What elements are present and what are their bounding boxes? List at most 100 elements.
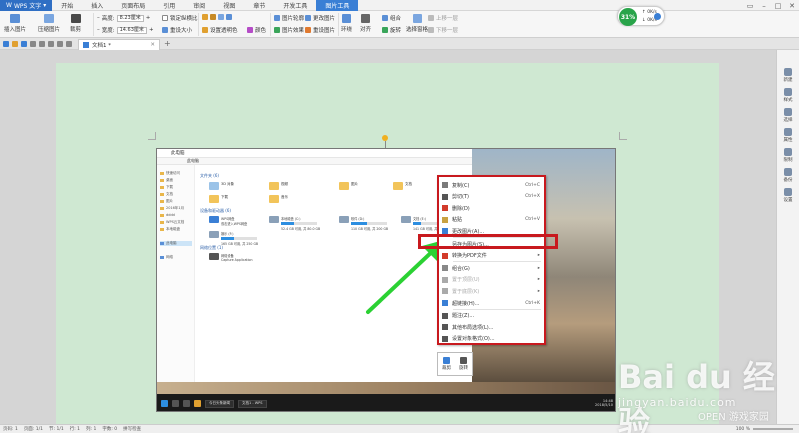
add-tab-button[interactable]: + <box>164 39 171 48</box>
undo-icon[interactable] <box>48 41 54 47</box>
context-menu-item[interactable]: 剪切(T) Ctrl+X <box>439 192 544 202</box>
drive-usage-bar <box>281 222 317 225</box>
brightness-up-icon[interactable] <box>202 14 208 20</box>
menu-item-icon <box>442 300 448 306</box>
contrast-up-icon[interactable] <box>218 14 224 20</box>
redo-icon[interactable] <box>57 41 63 47</box>
drive-icon <box>401 216 411 223</box>
folder-icon <box>160 186 164 189</box>
status-spell-check[interactable]: 拼写检查 <box>120 426 144 432</box>
insert-picture-button[interactable]: 插入图片 <box>4 14 26 33</box>
restore-icon[interactable]: ▭ <box>743 0 757 11</box>
document-tab-title: 文档1 * <box>92 43 111 49</box>
status-words[interactable]: 字数: 0 <box>99 426 120 432</box>
menu-view[interactable]: 视图 <box>214 0 244 11</box>
sidebar-item-backup[interactable]: 备份 <box>777 168 799 183</box>
color-button[interactable]: 颜色 <box>247 26 266 34</box>
sidebar-item-new[interactable]: 新建 <box>777 68 799 83</box>
menu-item-label: 剪切(T) <box>452 194 469 201</box>
mini-crop-button[interactable]: 裁剪 <box>442 357 451 371</box>
context-menu-item[interactable]: 转换为PDF文件 ▸ <box>439 251 544 261</box>
bring-forward-button[interactable]: 上移一层 <box>428 14 458 22</box>
compress-picture-button[interactable]: 压缩图片 <box>38 14 60 33</box>
more-icon[interactable] <box>66 41 72 47</box>
picture-effects-button[interactable]: 图片效果 <box>274 26 304 34</box>
menu-picture-tools[interactable]: 图片工具 <box>316 0 359 11</box>
new-doc-icon[interactable] <box>3 41 9 47</box>
menu-page-layout[interactable]: 页面布局 <box>112 0 154 11</box>
drive-info: 52.4 GB 可用, 共 80.0 GB <box>281 227 321 231</box>
tab-document[interactable]: 文档1 * ✕ <box>78 39 160 50</box>
menu-developer[interactable]: 开发工具 <box>274 0 316 11</box>
reset-size-button[interactable]: 重设大小 <box>162 26 192 34</box>
folder-icon <box>209 195 219 203</box>
width-input[interactable]: 14.63厘米 <box>116 26 147 34</box>
menu-section[interactable]: 章节 <box>244 0 274 11</box>
folder-item: 图片 <box>339 182 358 190</box>
menu-insert[interactable]: 插入 <box>82 0 112 11</box>
open-icon[interactable] <box>12 41 18 47</box>
menu-home[interactable]: 开始 <box>52 0 82 11</box>
contrast-down-icon[interactable] <box>226 14 232 20</box>
zoom-slider[interactable] <box>753 428 793 430</box>
brightness-down-icon[interactable] <box>210 14 216 20</box>
mini-rotate-button[interactable]: 旋转 <box>459 357 468 371</box>
save-icon[interactable] <box>21 41 27 47</box>
context-menu-item[interactable]: 粘贴 Ctrl+V <box>439 215 544 225</box>
minimize-icon[interactable]: – <box>757 0 771 11</box>
close-icon[interactable]: ✕ <box>785 0 799 11</box>
print-icon[interactable] <box>30 41 36 47</box>
minus-icon[interactable]: – <box>97 27 100 33</box>
zoom-level[interactable]: 100 % <box>733 427 753 432</box>
plus-icon[interactable]: + <box>146 15 151 21</box>
speed-toggle-icon[interactable] <box>654 13 661 20</box>
sidebar-item-settings[interactable]: 设置 <box>777 188 799 203</box>
menu-item-shortcut: Ctrl+X <box>525 194 540 200</box>
change-picture-button[interactable]: 更改图片 <box>305 14 335 22</box>
context-menu-item[interactable]: 设置对象格式(O)... <box>439 334 544 344</box>
context-menu-item[interactable]: 删除(D) <box>439 203 544 213</box>
maximize-icon[interactable]: □ <box>771 0 785 11</box>
context-menu-item[interactable]: 其他布局选项(L)... <box>439 322 544 332</box>
new-icon <box>784 68 792 76</box>
context-menu-item[interactable]: 置于顶层(U) ▸ <box>439 275 544 285</box>
context-menu-item[interactable]: 复制(C) Ctrl+C <box>439 180 544 190</box>
minus-icon[interactable]: – <box>97 15 100 21</box>
folder-item: 视频 <box>269 182 288 190</box>
picture-outline-button[interactable]: 图片轮廓 <box>274 14 304 22</box>
sidebar-item-style[interactable]: 样式 <box>777 88 799 103</box>
send-backward-button[interactable]: 下移一层 <box>428 26 458 34</box>
context-menu-item[interactable]: 题注(Z)... <box>439 311 544 321</box>
network-speed-badge[interactable]: 31% ↑ 0K/s ↓ 0K/s <box>617 6 665 26</box>
rotate-button[interactable]: 旋转 <box>382 26 401 34</box>
close-tab-icon[interactable]: ✕ <box>150 42 155 48</box>
set-transparent-button[interactable]: 设置透明色 <box>202 26 238 34</box>
group-button[interactable]: 组合 <box>382 14 401 22</box>
height-input[interactable]: 8.23厘米 <box>116 14 144 22</box>
context-menu-item[interactable]: 超链接(H)... Ctrl+K <box>439 298 544 308</box>
reset-picture-button[interactable]: 重设图片 <box>305 26 335 34</box>
nav-item-label: 桌面 <box>166 178 173 182</box>
align-button[interactable]: 对齐 <box>360 14 371 33</box>
context-menu-item[interactable]: 组合(G) ▸ <box>439 263 544 273</box>
lock-ratio-checkbox[interactable]: 锁定纵横比 <box>162 14 198 22</box>
folder-icon <box>269 195 279 203</box>
nav-item-label: 2016年1月 <box>166 206 185 210</box>
menu-item-label: 组合(G) <box>452 265 470 272</box>
sidebar-item-select[interactable]: 选择 <box>777 108 799 123</box>
computer-icon <box>160 242 164 245</box>
menu-references[interactable]: 引用 <box>154 0 184 11</box>
backup-icon <box>784 168 792 176</box>
app-menu-button[interactable]: W WPS 文字 ▾ <box>0 0 53 11</box>
menu-review[interactable]: 审阅 <box>184 0 214 11</box>
selection-pane-button[interactable]: 选择窗格 <box>406 14 428 33</box>
drive-icon <box>160 228 164 231</box>
context-menu-item[interactable]: 置于底层(K) ▸ <box>439 286 544 296</box>
crop-button[interactable]: 裁剪 <box>70 14 81 33</box>
sidebar-item-properties[interactable]: 属性 <box>777 128 799 143</box>
preview-icon[interactable] <box>39 41 45 47</box>
wrap-button[interactable]: 环绕 <box>341 14 352 33</box>
plus-icon[interactable]: + <box>149 27 154 33</box>
sidebar-item-restrict[interactable]: 限制 <box>777 148 799 163</box>
menu-item-icon <box>442 312 448 319</box>
